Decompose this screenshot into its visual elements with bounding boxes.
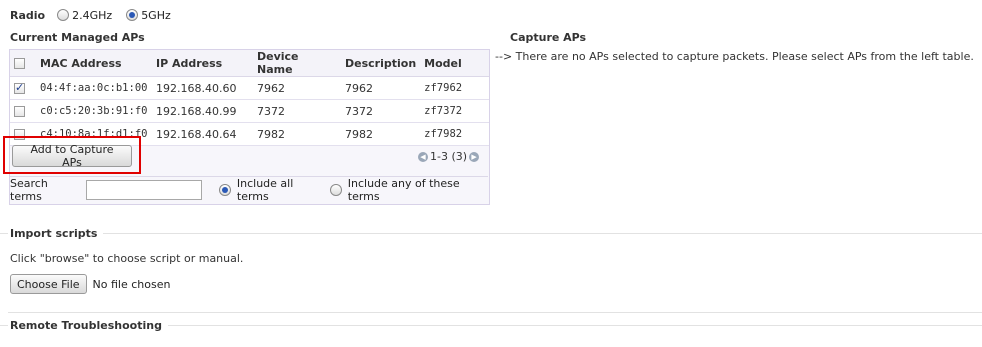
divider: [0, 325, 8, 326]
search-input[interactable]: [85, 180, 202, 200]
model-cell: zf7982: [420, 122, 489, 146]
table-row[interactable]: c0:c5:20:3b:91:f0 192.168.40.99 7372 737…: [10, 99, 489, 123]
search-row: Search terms Include all terms Include a…: [10, 176, 488, 203]
choose-file-button[interactable]: Choose File: [10, 274, 87, 294]
row-select-cell[interactable]: [10, 76, 36, 100]
mac-cell: 04:4f:aa:0c:b1:00: [36, 76, 152, 100]
divider: [103, 233, 982, 234]
import-scripts-header: Import scripts: [0, 227, 982, 240]
radio-label: Radio: [10, 8, 46, 22]
table-header-row: MAC Address IP Address Device Name Descr…: [10, 50, 489, 77]
mac-cell: c0:c5:20:3b:91:f0: [36, 99, 152, 123]
divider: [167, 325, 982, 326]
ip-cell: 192.168.40.64: [152, 122, 253, 146]
import-hint: Click "browse" to choose script or manua…: [10, 252, 244, 265]
device-name-cell: 7962: [253, 76, 341, 100]
next-page-icon[interactable]: ▶: [469, 151, 480, 162]
radio-option-label: 5GHz: [141, 8, 171, 22]
description-cell: 7962: [341, 76, 421, 100]
file-status: No file chosen: [92, 277, 171, 291]
include-all-label: Include all terms: [236, 177, 294, 203]
row-select-cell[interactable]: [10, 99, 36, 123]
model-cell: zf7372: [420, 99, 489, 123]
include-any-radio[interactable]: [330, 184, 342, 196]
column-header-mac[interactable]: MAC Address: [36, 50, 152, 77]
table-pager: ◀ 1-3 (3) ▶: [418, 150, 974, 163]
pager-range: 1-3 (3): [430, 150, 468, 163]
device-name-cell: 7372: [253, 99, 341, 123]
description-cell: 7982: [341, 122, 421, 146]
description-cell: 7372: [341, 99, 421, 123]
ip-cell: 192.168.40.99: [152, 99, 253, 123]
radio-option-2-4ghz[interactable]: 2.4GHz: [57, 9, 112, 22]
ip-cell: 192.168.40.60: [152, 76, 253, 100]
column-header-device-name[interactable]: Device Name: [253, 50, 341, 77]
radio-band-selector: Radio 2.4GHz 5GHz: [10, 6, 179, 24]
divider: [0, 233, 8, 234]
column-header-model[interactable]: Model: [420, 50, 489, 77]
radio-option-5ghz[interactable]: 5GHz: [126, 9, 171, 22]
select-all-checkbox[interactable]: [14, 58, 25, 69]
divider: [8, 312, 982, 313]
table-row[interactable]: 04:4f:aa:0c:b1:00 192.168.40.60 7962 796…: [10, 76, 489, 100]
include-all-radio[interactable]: [219, 184, 231, 196]
radio-button-2-4ghz[interactable]: [57, 9, 70, 21]
search-terms-label: Search terms: [10, 177, 48, 203]
device-name-cell: 7982: [253, 122, 341, 146]
row-checkbox[interactable]: [14, 106, 25, 117]
remote-troubleshooting-header: Remote Troubleshooting: [0, 319, 982, 332]
remote-troubleshooting-title: Remote Troubleshooting: [8, 319, 168, 332]
import-scripts-title: Import scripts: [8, 227, 104, 240]
column-header-description[interactable]: Description: [341, 50, 421, 77]
model-cell: zf7962: [420, 76, 489, 100]
prev-page-icon[interactable]: ◀: [418, 151, 428, 162]
capture-aps-message: --> There are no APs selected to capture…: [495, 50, 974, 63]
managed-aps-title: Current Managed APs: [10, 31, 145, 44]
column-header-ip[interactable]: IP Address: [152, 50, 253, 77]
include-any-label: Include any of these terms: [347, 177, 460, 203]
file-chooser: Choose File No file chosen: [10, 274, 170, 294]
select-all-header[interactable]: [10, 50, 36, 77]
managed-aps-table: MAC Address IP Address Device Name Descr…: [10, 50, 489, 146]
capture-aps-title: Capture APs: [510, 31, 587, 44]
radio-option-label: 2.4GHz: [72, 8, 113, 22]
radio-button-5ghz[interactable]: [126, 9, 139, 21]
add-to-capture-aps-button[interactable]: Add to Capture APs: [12, 143, 132, 169]
row-checkbox[interactable]: [14, 81, 25, 94]
